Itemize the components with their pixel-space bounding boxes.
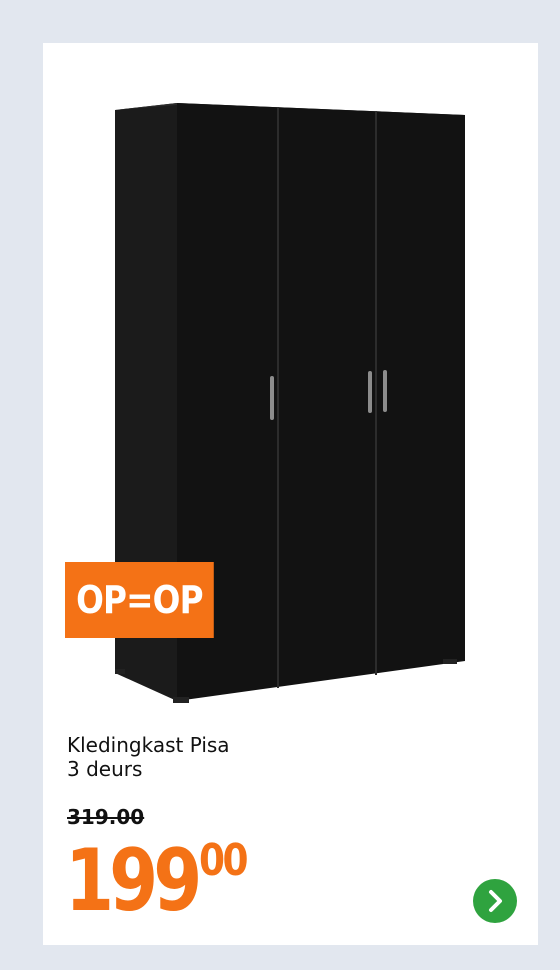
price-decimals: 00 <box>198 835 249 886</box>
product-title-line1: Kledingkast Pisa <box>67 733 230 757</box>
current-price: 19900 <box>65 833 254 929</box>
product-title[interactable]: Kledingkast Pisa 3 deurs <box>67 733 487 781</box>
chevron-right-icon <box>489 890 502 912</box>
price-whole: 199 <box>65 831 202 931</box>
wardrobe-image <box>115 103 465 703</box>
product-title-line2: 3 deurs <box>67 757 143 781</box>
product-card[interactable]: OP=OP Kledingkast Pisa 3 deurs 319.00 19… <box>43 43 538 945</box>
next-button[interactable] <box>473 879 517 923</box>
old-price: 319.00 <box>67 805 145 829</box>
page: OP=OP Kledingkast Pisa 3 deurs 319.00 19… <box>0 0 560 970</box>
op-op-badge: OP=OP <box>65 562 214 638</box>
